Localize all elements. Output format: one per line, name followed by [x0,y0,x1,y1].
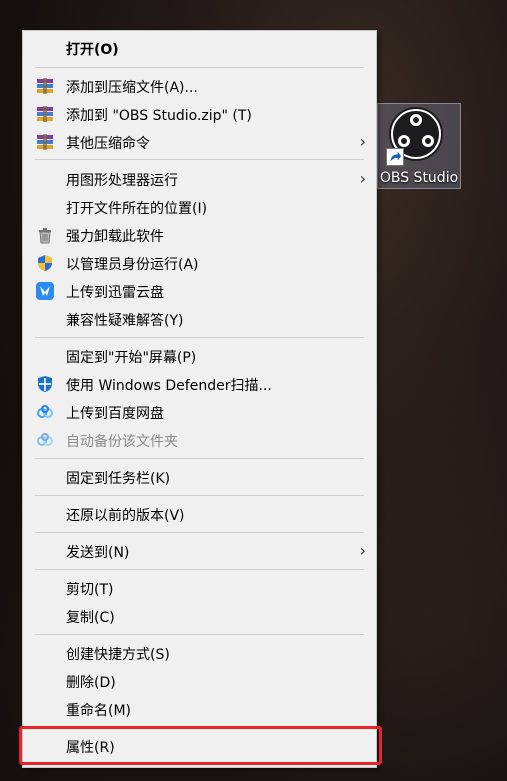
winrar-icon [37,106,53,122]
menu-item-label: 使用 Windows Defender扫描... [66,378,272,394]
menu-item-run-as-admin[interactable]: 以管理员身份运行(A) [23,249,376,277]
menu-item-defender-scan[interactable]: 使用 Windows Defender扫描... [23,370,376,398]
menu-item-pin-to-start[interactable]: 固定到"开始"屏幕(P) [23,342,376,370]
menu-item-upload-thunder-cloud[interactable]: 上传到迅雷云盘 [23,277,376,305]
menu-item-cut[interactable]: 剪切(T) [23,574,376,602]
menu-item-auto-backup-folder[interactable]: 自动备份该文件夹 [23,426,376,454]
menu-item-label: 打开文件所在的位置(I) [66,201,208,217]
winrar-icon [37,134,53,150]
shortcut-label: OBS Studio [379,170,459,186]
menu-item-label: 添加到 "OBS Studio.zip" (T) [66,108,252,124]
defender-shield-icon [38,376,52,392]
menu-item-label: 还原以前的版本(V) [66,508,185,524]
trash-icon [39,228,51,244]
menu-item-label: 强力卸载此软件 [66,229,164,245]
menu-separator [35,569,364,570]
chevron-right-icon: › [359,169,366,188]
menu-item-label: 用图形处理器运行 [66,173,178,189]
menu-item-label: 兼容性疑难解答(Y) [66,313,184,329]
shortcut-arrow-icon [386,148,404,166]
menu-separator [35,495,364,496]
baidu-cloud-icon [37,433,53,446]
menu-item-open[interactable]: 打开(O) [23,34,376,62]
menu-item-run-with-gpu[interactable]: 用图形处理器运行 › [23,165,376,193]
menu-item-other-compress[interactable]: 其他压缩命令 › [23,128,376,156]
menu-item-label: 发送到(N) [66,545,130,561]
menu-item-label: 复制(C) [66,610,115,626]
menu-item-force-uninstall[interactable]: 强力卸载此软件 [23,221,376,249]
menu-item-label: 剪切(T) [66,582,114,598]
uac-shield-icon [38,255,52,271]
menu-item-label: 上传到迅雷云盘 [66,285,164,301]
menu-item-restore-previous-versions[interactable]: 还原以前的版本(V) [23,500,376,528]
menu-item-label: 删除(D) [66,675,116,691]
menu-item-label: 其他压缩命令 [66,136,150,152]
menu-item-label: 自动备份该文件夹 [66,434,178,450]
menu-item-add-to-zip[interactable]: 添加到 "OBS Studio.zip" (T) [23,100,376,128]
context-menu: 打开(O) 添加到压缩文件(A)... 添加到 "OBS Studio.zip"… [22,30,377,768]
chevron-right-icon: › [359,541,366,560]
menu-item-label: 重命名(M) [66,703,132,719]
menu-item-delete[interactable]: 删除(D) [23,667,376,695]
highlight-box [19,726,382,765]
baidu-cloud-icon [37,405,53,418]
menu-item-create-shortcut[interactable]: 创建快捷方式(S) [23,639,376,667]
menu-item-label: 添加到压缩文件(A)... [66,80,198,96]
menu-item-pin-to-taskbar[interactable]: 固定到任务栏(K) [23,463,376,491]
menu-item-compat-troubleshoot[interactable]: 兼容性疑难解答(Y) [23,305,376,333]
menu-item-label: 创建快捷方式(S) [66,647,170,663]
menu-separator [35,532,364,533]
chevron-right-icon: › [359,132,366,151]
menu-item-label: 固定到任务栏(K) [66,471,171,487]
menu-item-copy[interactable]: 复制(C) [23,602,376,630]
menu-separator [35,67,364,68]
thunder-cloud-icon [36,282,54,300]
menu-item-send-to[interactable]: 发送到(N) › [23,537,376,565]
menu-item-label: 打开(O) [66,42,119,58]
menu-item-open-file-location[interactable]: 打开文件所在的位置(I) [23,193,376,221]
menu-separator [35,337,364,338]
menu-item-label: 上传到百度网盘 [66,406,164,422]
menu-separator [35,634,364,635]
menu-item-add-to-archive[interactable]: 添加到压缩文件(A)... [23,72,376,100]
menu-item-label: 固定到"开始"屏幕(P) [66,350,197,366]
obs-studio-shortcut[interactable]: OBS Studio [377,103,461,189]
menu-item-label: 以管理员身份运行(A) [66,257,199,273]
menu-item-upload-baidu[interactable]: 上传到百度网盘 [23,398,376,426]
menu-separator [35,159,364,160]
winrar-icon [37,78,53,94]
menu-separator [35,458,364,459]
menu-item-rename[interactable]: 重命名(M) [23,695,376,723]
